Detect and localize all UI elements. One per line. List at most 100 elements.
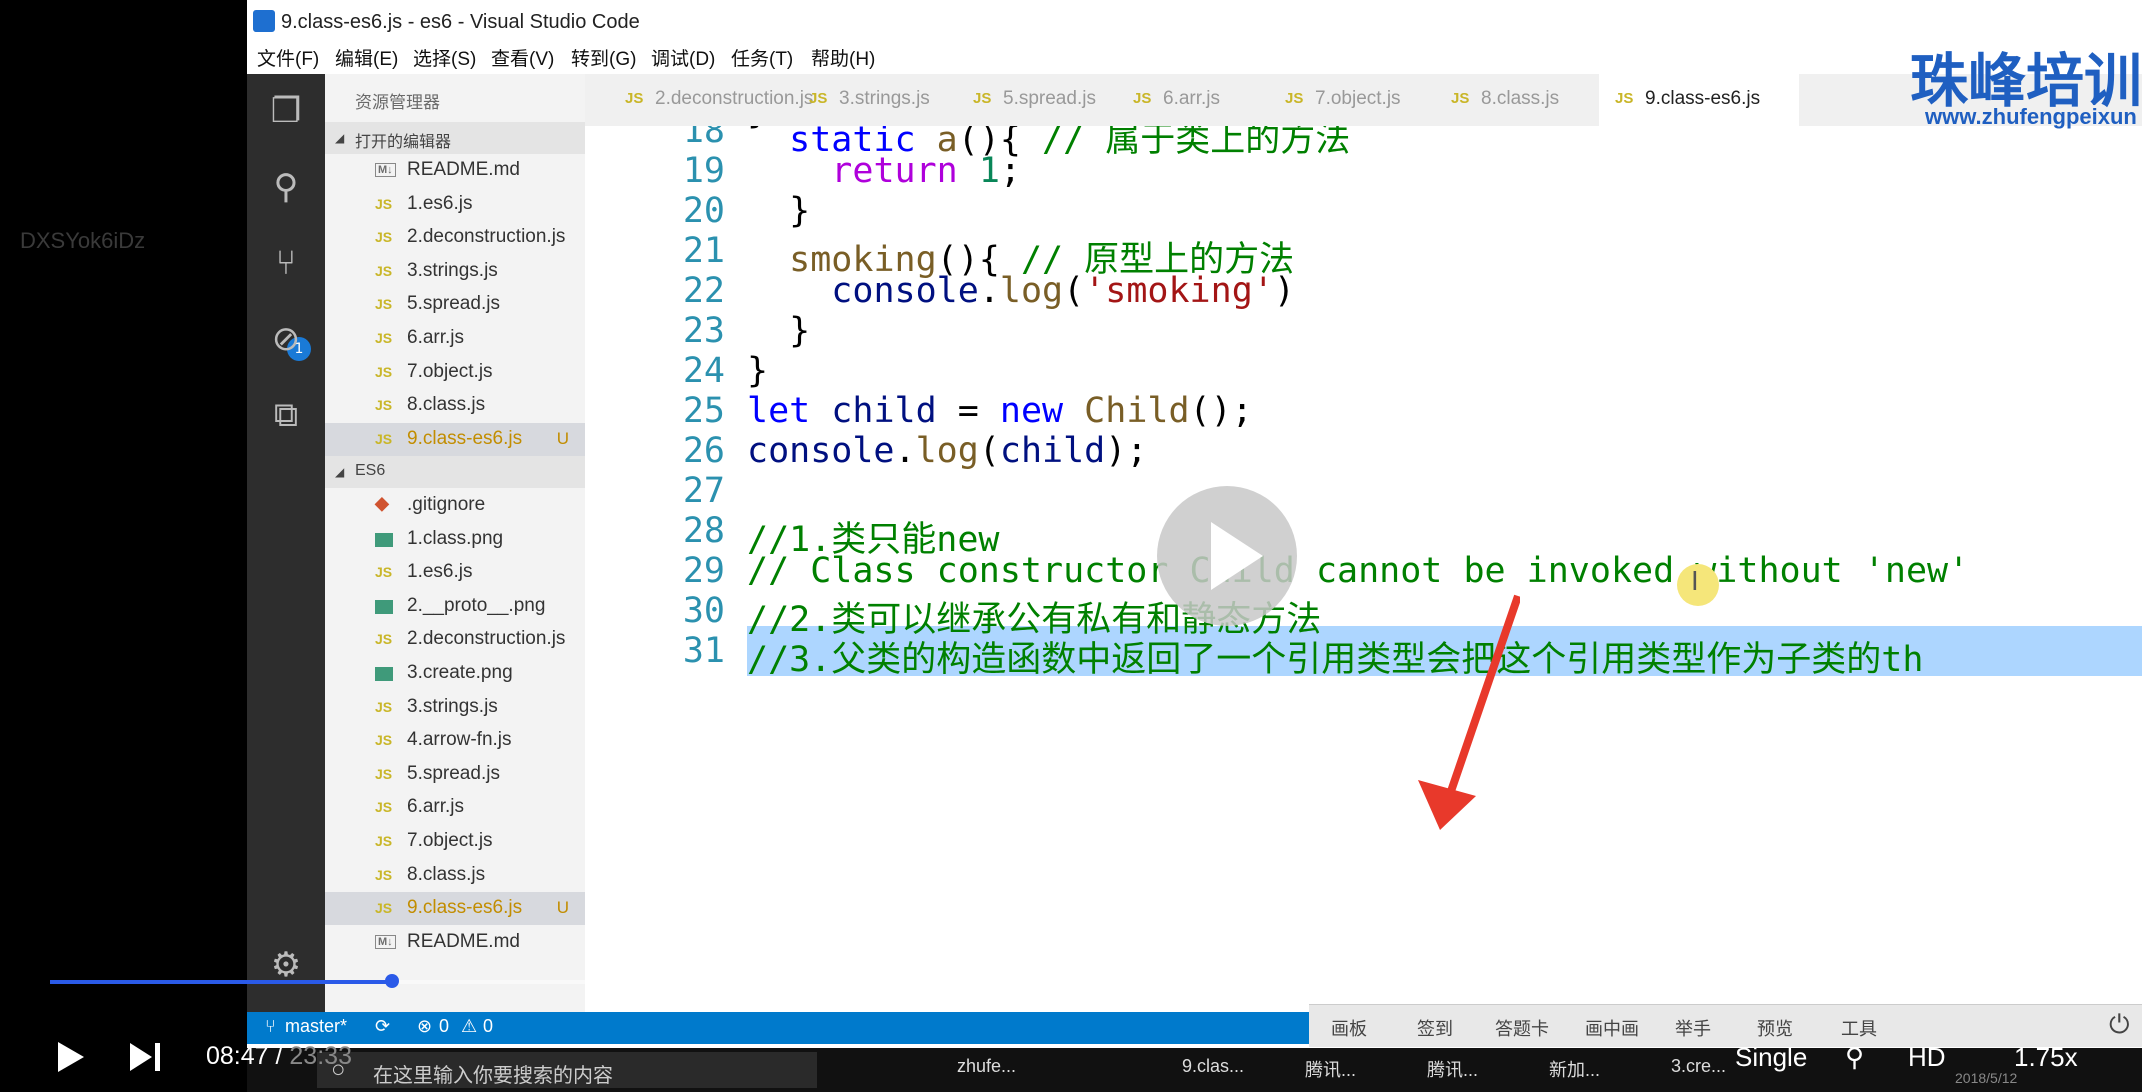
watermark-id: DXSYok6iDz bbox=[20, 228, 146, 253]
explorer-icon[interactable]: ❐ bbox=[265, 90, 307, 132]
file-name: 3.create.png bbox=[407, 662, 513, 683]
file-row[interactable]: JS 2.deconstruction.js bbox=[325, 623, 585, 656]
file-row[interactable]: M↓ README.md bbox=[325, 154, 585, 187]
file-row[interactable]: JS 3.strings.js bbox=[325, 255, 585, 288]
text-cursor-icon: I bbox=[1691, 567, 1699, 597]
file-row[interactable]: ◆ .gitignore bbox=[325, 489, 585, 522]
taskbar-search[interactable]: ○ 在这里输入你要搜索的内容 bbox=[317, 1052, 817, 1088]
taskbar-app-new[interactable]: 新加... bbox=[1549, 1056, 1600, 1082]
tool-answer-card[interactable]: 答题卡 bbox=[1495, 1015, 1549, 1041]
debug-icon[interactable]: ⊘ bbox=[265, 318, 307, 360]
title-bar: 9.class-es6.js - es6 - Visual Studio Cod… bbox=[247, 0, 2142, 49]
js-file-icon: JS bbox=[375, 900, 393, 917]
file-name: 9.class-es6.js bbox=[407, 897, 523, 919]
editor-tab[interactable]: JS 2.deconstruction.js bbox=[625, 74, 813, 126]
play-control-icon[interactable] bbox=[58, 1042, 84, 1072]
line-number: 28 bbox=[682, 511, 725, 551]
tool-whiteboard[interactable]: 画板 bbox=[1331, 1015, 1367, 1041]
menu-go[interactable]: 转到(G) bbox=[571, 44, 636, 71]
tool-tools[interactable]: 工具 bbox=[1841, 1015, 1877, 1041]
git-file-icon: ◆ bbox=[375, 493, 389, 513]
pip-icon[interactable]: ⚲ bbox=[1845, 1042, 1864, 1073]
explorer-sidebar: 资源管理器 ◢ 打开的编辑器 M↓ README.md JS 1.es6.js JS 2.… bbox=[325, 74, 585, 1012]
untracked-flag: U bbox=[556, 898, 569, 918]
sync-icon[interactable]: ⟳ bbox=[375, 1016, 390, 1037]
file-row[interactable]: JS 5.spread.js bbox=[325, 288, 585, 321]
taskbar-date: 2018/5/12 bbox=[1955, 1070, 2018, 1086]
line-number: 25 bbox=[682, 391, 725, 431]
big-play-button[interactable] bbox=[1157, 486, 1297, 626]
js-file-icon: JS bbox=[375, 631, 393, 648]
code-editor[interactable]: 17 } 1819202122232425262728293031 static… bbox=[585, 126, 2142, 996]
menu-help[interactable]: 帮助(H) bbox=[811, 44, 875, 71]
file-row[interactable]: M↓ README.md bbox=[325, 926, 585, 959]
branch-icon: ⑂ bbox=[265, 1016, 276, 1036]
menu-view[interactable]: 查看(V) bbox=[491, 44, 554, 71]
js-file-icon: JS bbox=[1285, 90, 1304, 107]
js-file-icon: JS bbox=[809, 90, 828, 107]
editor-tab[interactable]: JS 9.class-es6.js bbox=[1599, 74, 1799, 126]
next-icon[interactable] bbox=[130, 1043, 152, 1071]
file-row[interactable]: 2.__proto__.png bbox=[325, 590, 585, 623]
file-row[interactable]: JS 6.arr.js bbox=[325, 791, 585, 824]
open-editors-header[interactable]: ◢ 打开的编辑器 bbox=[325, 122, 585, 154]
file-row[interactable]: JS 2.deconstruction.js bbox=[325, 221, 585, 254]
power-icon[interactable]: ⏻ bbox=[2109, 1009, 2130, 1041]
file-row[interactable]: JS 7.object.js bbox=[325, 825, 585, 858]
activity-bar: ❐ ⚲ ⑂ 1 ⊘ ⧉ ⚙ bbox=[247, 74, 325, 1012]
warning-count[interactable]: 0 bbox=[483, 1016, 493, 1037]
file-row[interactable]: JS 4.arrow-fn.js bbox=[325, 724, 585, 757]
editor-tab[interactable]: JS 5.spread.js bbox=[973, 74, 1143, 126]
file-row[interactable]: JS 9.class-es6.js U bbox=[325, 892, 585, 926]
collapse-triangle-icon: ◢ bbox=[335, 131, 345, 145]
taskbar-app-vscode[interactable]: 9.clas... bbox=[1182, 1056, 1244, 1077]
file-row[interactable]: JS 3.strings.js bbox=[325, 691, 585, 724]
editor-tab[interactable]: JS 8.class.js bbox=[1451, 74, 1621, 126]
menu-edit[interactable]: 编辑(E) bbox=[335, 44, 398, 71]
file-row[interactable]: JS 9.class-es6.js U bbox=[325, 422, 585, 456]
quality-button[interactable]: HD bbox=[1908, 1042, 1946, 1073]
file-row[interactable]: JS 1.es6.js bbox=[325, 188, 585, 221]
playback-mode[interactable]: Single bbox=[1735, 1042, 1807, 1073]
taskbar-app-create[interactable]: 3.cre... bbox=[1671, 1056, 1726, 1077]
file-row[interactable]: JS 1.es6.js bbox=[325, 556, 585, 589]
file-name: 2.__proto__.png bbox=[407, 594, 546, 616]
tool-preview[interactable]: 预览 bbox=[1757, 1015, 1793, 1041]
taskbar-app-chrome[interactable]: zhufe... bbox=[957, 1056, 1016, 1077]
extensions-icon[interactable]: ⧉ bbox=[265, 394, 307, 436]
file-row[interactable]: 1.class.png bbox=[325, 523, 585, 556]
file-row[interactable]: JS 7.object.js bbox=[325, 356, 585, 389]
menu-tasks[interactable]: 任务(T) bbox=[731, 44, 793, 71]
editor-tab[interactable]: JS 3.strings.js bbox=[809, 74, 979, 126]
search-icon[interactable]: ⚲ bbox=[265, 166, 307, 208]
tool-pip[interactable]: 画中画 bbox=[1585, 1015, 1639, 1041]
menu-debug[interactable]: 调试(D) bbox=[651, 44, 715, 71]
editor-tab[interactable]: JS 6.arr.js bbox=[1133, 74, 1303, 126]
file-row[interactable]: JS 5.spread.js bbox=[325, 758, 585, 791]
file-row[interactable]: JS 8.class.js bbox=[325, 859, 585, 892]
tool-raise-hand[interactable]: 举手 bbox=[1675, 1015, 1711, 1041]
js-file-icon: JS bbox=[375, 262, 393, 279]
branch-name[interactable]: master* bbox=[285, 1016, 347, 1037]
tool-checkin[interactable]: 签到 bbox=[1417, 1015, 1453, 1041]
error-count[interactable]: 0 bbox=[439, 1016, 449, 1037]
file-row[interactable]: JS 6.arr.js bbox=[325, 322, 585, 355]
window-title: 9.class-es6.js - es6 - Visual Studio Cod… bbox=[281, 11, 640, 33]
next-icon-bar bbox=[155, 1043, 160, 1071]
menu-file[interactable]: 文件(F) bbox=[257, 44, 319, 71]
file-row[interactable]: JS 8.class.js bbox=[325, 389, 585, 422]
editor-tab[interactable]: JS 7.object.js bbox=[1285, 74, 1455, 126]
file-name: .gitignore bbox=[407, 494, 486, 515]
menu-selection[interactable]: 选择(S) bbox=[413, 44, 476, 71]
file-name: 5.spread.js bbox=[407, 293, 500, 315]
source-control-icon[interactable]: ⑂ bbox=[265, 242, 307, 284]
speed-button[interactable]: 1.75x bbox=[2014, 1042, 2078, 1073]
file-row[interactable]: 3.create.png bbox=[325, 657, 585, 690]
explorer-title: 资源管理器 bbox=[355, 93, 440, 112]
taskbar-search-placeholder: 在这里输入你要搜索的内容 bbox=[373, 1065, 613, 1087]
red-arrow-annotation bbox=[1418, 594, 1520, 830]
folder-header[interactable]: ◢ ES6 bbox=[325, 456, 585, 488]
menu-bar: 文件(F) 编辑(E) 选择(S) 查看(V) 转到(G) 调试(D) 任务(T… bbox=[247, 44, 2142, 74]
taskbar-app-tencent-1[interactable]: 腾讯... bbox=[1305, 1056, 1356, 1082]
taskbar-app-tencent-2[interactable]: 腾讯... bbox=[1427, 1056, 1478, 1082]
